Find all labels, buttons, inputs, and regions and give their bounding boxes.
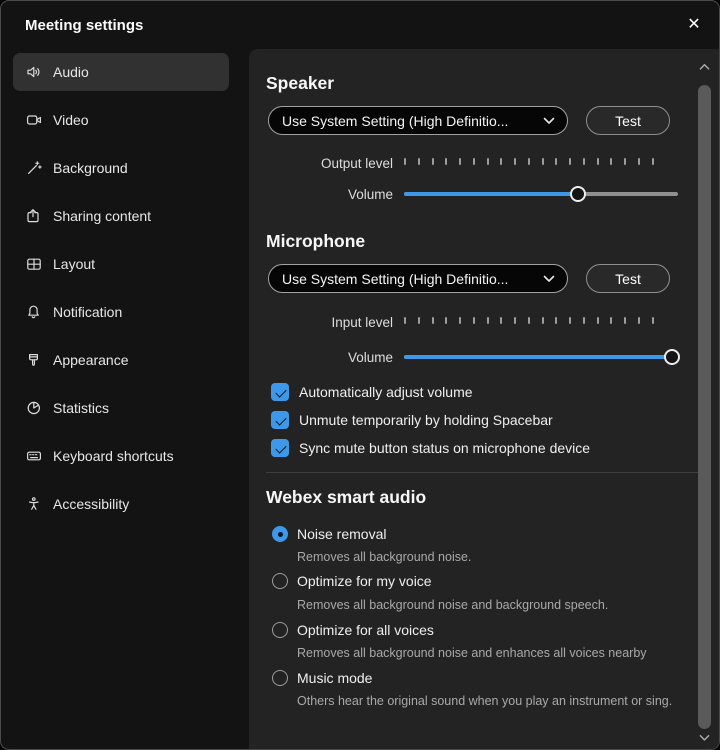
slider-thumb[interactable]: [570, 186, 586, 202]
music-mode-radio[interactable]: Music mode: [272, 668, 372, 688]
titlebar: Meeting settings ✕: [1, 1, 719, 49]
scroll-up-icon[interactable]: [698, 63, 711, 73]
bell-icon: [25, 303, 43, 321]
statistics-icon: [25, 399, 43, 417]
sidebar-item-sharing-content[interactable]: Sharing content: [13, 197, 229, 235]
checkbox-icon: [271, 383, 289, 401]
input-level-meter: [404, 312, 654, 328]
accessibility-icon: [25, 495, 43, 513]
speaker-device-value: Use System Setting (High Definitio...: [282, 113, 508, 129]
microphone-test-button[interactable]: Test: [586, 264, 670, 293]
speaker-volume-label: Volume: [249, 187, 393, 202]
sidebar-item-keyboard-shortcuts[interactable]: Keyboard shortcuts: [13, 437, 229, 475]
scrollbar-thumb[interactable]: [698, 85, 711, 729]
speaker-heading: Speaker: [266, 73, 334, 94]
auto-adjust-volume-checkbox[interactable]: Automatically adjust volume: [271, 381, 473, 403]
radio-label: Optimize for my voice: [297, 573, 432, 589]
radio-icon: [272, 670, 288, 686]
checkbox-label: Unmute temporarily by holding Spacebar: [299, 412, 553, 428]
checkbox-label: Sync mute button status on microphone de…: [299, 440, 590, 456]
settings-sidebar: Audio Video Background Sharing content L…: [13, 53, 229, 533]
speaker-test-button[interactable]: Test: [586, 106, 670, 135]
sidebar-item-layout[interactable]: Layout: [13, 245, 229, 283]
radio-label: Noise removal: [297, 526, 386, 542]
slider-fill: [404, 355, 678, 359]
checkbox-label: Automatically adjust volume: [299, 384, 473, 400]
sidebar-item-audio[interactable]: Audio: [13, 53, 229, 91]
slider-thumb[interactable]: [664, 349, 680, 365]
close-icon: ✕: [687, 16, 700, 33]
sidebar-item-label: Audio: [53, 64, 89, 80]
sidebar-item-label: Video: [53, 112, 89, 128]
camera-icon: [25, 111, 43, 129]
microphone-heading: Microphone: [266, 231, 365, 252]
noise-removal-radio[interactable]: Noise removal: [272, 524, 386, 544]
sidebar-item-label: Appearance: [53, 352, 129, 368]
music-mode-description: Others hear the original sound when you …: [297, 691, 709, 712]
sidebar-item-appearance[interactable]: Appearance: [13, 341, 229, 379]
sidebar-item-label: Sharing content: [53, 208, 151, 224]
microphone-device-select[interactable]: Use System Setting (High Definitio...: [268, 264, 568, 293]
optimize-all-voices-description: Removes all background noise and enhance…: [297, 643, 709, 664]
keyboard-icon: [25, 447, 43, 465]
dialog-title: Meeting settings: [25, 1, 143, 49]
share-icon: [25, 207, 43, 225]
speaker-icon: [25, 63, 43, 81]
optimize-all-voices-radio[interactable]: Optimize for all voices: [272, 620, 434, 640]
checkbox-icon: [271, 411, 289, 429]
chevron-down-icon: [543, 117, 555, 125]
optimize-my-voice-radio[interactable]: Optimize for my voice: [272, 571, 432, 591]
microphone-volume-label: Volume: [249, 350, 393, 365]
output-level-meter: [404, 153, 654, 169]
scroll-down-icon[interactable]: [698, 734, 711, 744]
close-button[interactable]: ✕: [681, 12, 707, 38]
smart-audio-heading: Webex smart audio: [266, 487, 426, 508]
radio-label: Optimize for all voices: [297, 622, 434, 638]
chevron-down-icon: [543, 275, 555, 283]
sidebar-item-video[interactable]: Video: [13, 101, 229, 139]
microphone-device-value: Use System Setting (High Definitio...: [282, 271, 508, 287]
checkbox-icon: [271, 439, 289, 457]
layout-grid-icon: [25, 255, 43, 273]
sidebar-item-label: Background: [53, 160, 128, 176]
optimize-my-voice-description: Removes all background noise and backgro…: [297, 595, 709, 616]
sidebar-item-notification[interactable]: Notification: [13, 293, 229, 331]
microphone-volume-slider[interactable]: [404, 348, 678, 366]
input-level-label: Input level: [249, 315, 393, 330]
sidebar-item-accessibility[interactable]: Accessibility: [13, 485, 229, 523]
slider-fill: [404, 192, 579, 196]
sidebar-item-label: Statistics: [53, 400, 109, 416]
sidebar-item-label: Keyboard shortcuts: [53, 448, 174, 464]
sidebar-item-label: Layout: [53, 256, 95, 272]
sidebar-item-statistics[interactable]: Statistics: [13, 389, 229, 427]
sidebar-item-label: Notification: [53, 304, 122, 320]
radio-icon: [272, 622, 288, 638]
radio-label: Music mode: [297, 670, 372, 686]
unmute-spacebar-checkbox[interactable]: Unmute temporarily by holding Spacebar: [271, 409, 553, 431]
radio-icon: [272, 526, 288, 542]
output-level-label: Output level: [249, 156, 393, 171]
sidebar-item-label: Accessibility: [53, 496, 129, 512]
speaker-volume-slider[interactable]: [404, 185, 678, 203]
audio-settings-panel: Speaker Use System Setting (High Definit…: [249, 49, 719, 749]
sidebar-item-background[interactable]: Background: [13, 149, 229, 187]
section-divider: [266, 472, 705, 473]
wand-icon: [25, 159, 43, 177]
meeting-settings-dialog: Meeting settings ✕ Audio Video Backgroun…: [0, 0, 720, 750]
speaker-device-select[interactable]: Use System Setting (High Definitio...: [268, 106, 568, 135]
radio-icon: [272, 573, 288, 589]
sync-mute-button-checkbox[interactable]: Sync mute button status on microphone de…: [271, 437, 590, 459]
noise-removal-description: Removes all background noise.: [297, 547, 709, 568]
paintbrush-icon: [25, 351, 43, 369]
